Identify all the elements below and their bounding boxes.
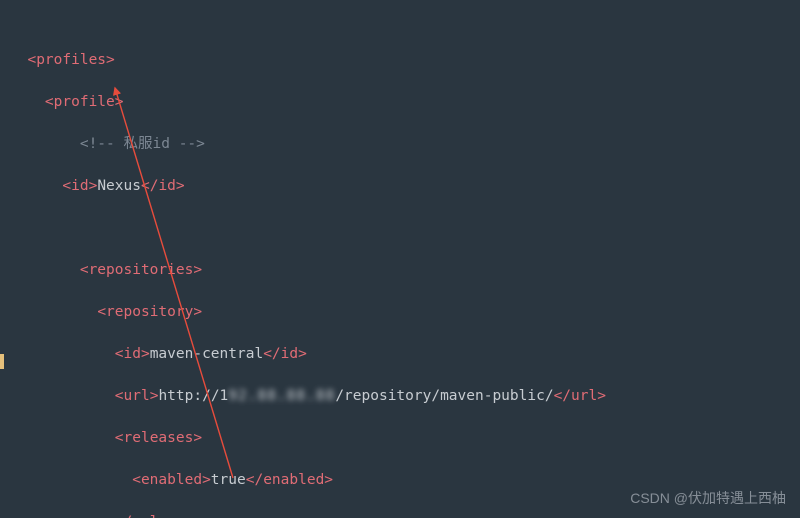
tag-repositories: repositories <box>89 262 194 278</box>
code-line: <repository> <box>10 302 800 323</box>
text-id-value: Nexus <box>97 178 141 194</box>
redacted-ip: 92.88.88.88 <box>228 388 335 404</box>
tag-profiles: profiles <box>36 52 106 68</box>
code-line: <id>Nexus</id> <box>10 176 800 197</box>
code-line: <profiles> <box>10 50 800 71</box>
tag-id: id <box>71 178 88 194</box>
code-line: </releases> <box>10 512 800 518</box>
tag-repository: repository <box>106 304 193 320</box>
tag-enabled: enabled <box>141 472 202 488</box>
code-line: <id>maven-central</id> <box>10 344 800 365</box>
code-line: <!-- 私服id --> <box>10 134 800 155</box>
code-line: <repositories> <box>10 260 800 281</box>
tag-url: url <box>124 388 150 404</box>
tag-releases: releases <box>124 430 194 446</box>
watermark: CSDN @伏加特遇上西柚 <box>630 488 786 508</box>
tag-profile: profile <box>54 94 115 110</box>
code-line: <releases> <box>10 428 800 449</box>
gutter-highlight <box>0 354 4 369</box>
code-line: <profile> <box>10 92 800 113</box>
code-editor: <profiles> <profile> <!-- 私服id --> <id>N… <box>0 0 800 518</box>
text-repo-id: maven-central <box>150 346 264 362</box>
code-line: <url>http://192.88.88.88/repository/mave… <box>10 386 800 407</box>
code-line <box>10 218 800 239</box>
comment: <!-- 私服id --> <box>80 136 205 152</box>
text-true: true <box>211 472 246 488</box>
